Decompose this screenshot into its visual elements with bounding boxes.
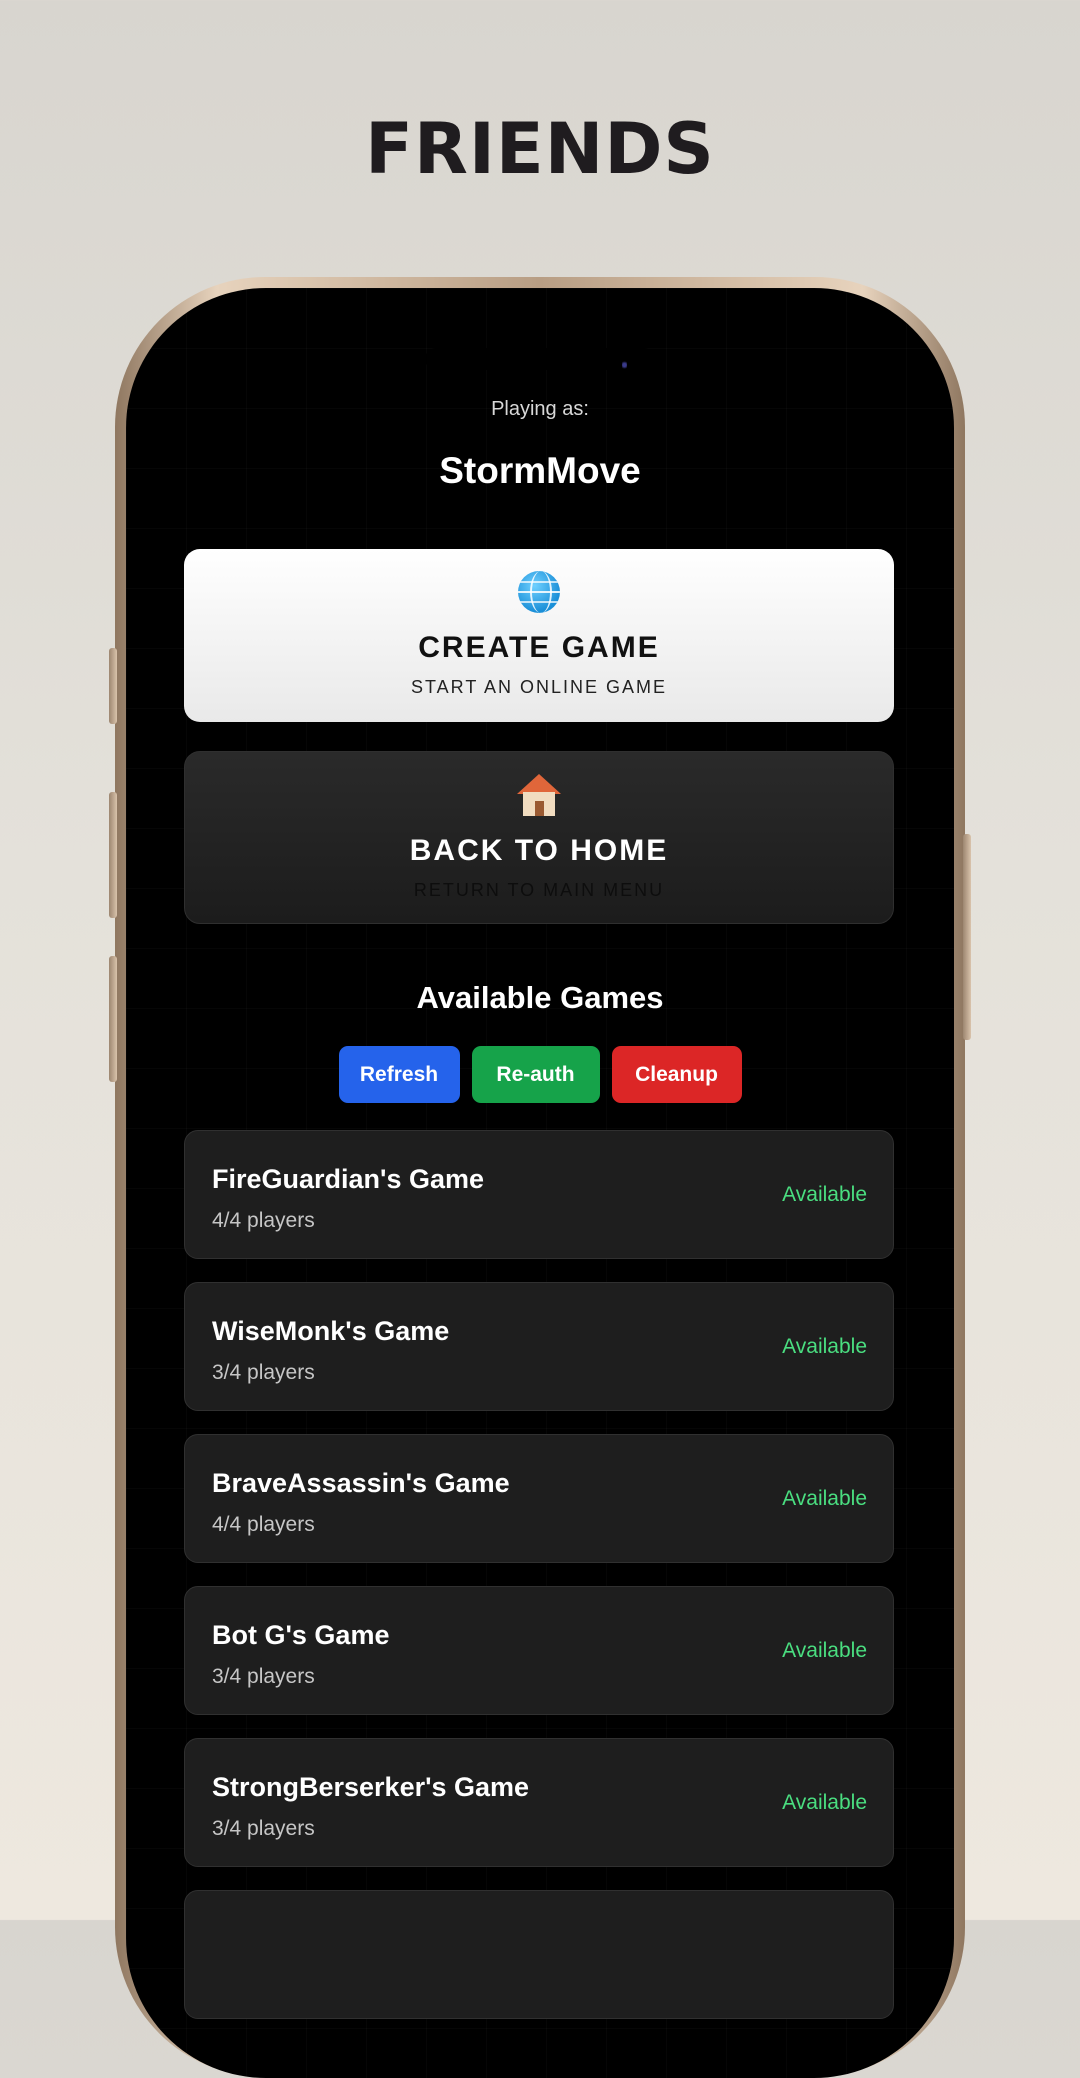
games-action-bar: Refresh Re-auth Cleanup (126, 1046, 954, 1103)
game-status: Available (782, 1791, 867, 1814)
front-camera-icon (622, 360, 627, 370)
games-list: FireGuardian's Game 4/4 players Availabl… (184, 1130, 894, 2042)
game-player-count: 4/4 players (212, 1513, 315, 1536)
game-player-count: 3/4 players (212, 1817, 315, 1840)
game-name: FireGuardian's Game (212, 1164, 485, 1194)
create-game-subtitle: START AN ONLINE GAME (410, 677, 668, 697)
game-list-item-partial[interactable] (184, 1890, 894, 2019)
game-name: WiseMonk's Game (212, 1316, 450, 1346)
house-icon (185, 774, 893, 827)
create-game-button[interactable]: CREATE GAME START AN ONLINE GAME (184, 549, 894, 722)
cleanup-button[interactable]: Cleanup (611, 1046, 742, 1103)
game-list-item[interactable]: FireGuardian's Game 4/4 players Availabl… (184, 1130, 894, 1259)
playing-as-label: Playing as: (491, 398, 589, 420)
reauth-button[interactable]: Re-auth (471, 1046, 600, 1103)
back-to-home-title: BACK TO HOME (409, 834, 669, 867)
game-status: Available (782, 1487, 867, 1510)
game-list-item[interactable]: BraveAssassin's Game 4/4 players Availab… (184, 1434, 894, 1563)
available-games-heading: Available Games (416, 980, 664, 1015)
refresh-button[interactable]: Refresh (338, 1046, 460, 1103)
phone-volume-up-button (109, 792, 117, 918)
game-status: Available (782, 1639, 867, 1662)
phone-volume-down-button (109, 956, 117, 1082)
phone-power-button (963, 834, 971, 1040)
game-list-item[interactable]: Bot G's Game 3/4 players Available (184, 1586, 894, 1715)
game-name: BraveAssassin's Game (212, 1468, 510, 1498)
player-name: StormMove (439, 450, 641, 491)
page-title: FRIENDS (365, 108, 715, 190)
game-status: Available (782, 1183, 867, 1206)
phone-silent-switch (109, 648, 117, 724)
back-to-home-subtitle: RETURN TO MAIN MENU (413, 880, 665, 900)
back-to-home-button[interactable]: BACK TO HOME RETURN TO MAIN MENU (184, 751, 894, 924)
game-player-count: 3/4 players (212, 1665, 315, 1688)
phone-screen: Playing as: StormMove CREATE GAME START … (126, 288, 954, 2078)
game-list-item[interactable]: StrongBerserker's Game 3/4 players Avail… (184, 1738, 894, 1867)
dynamic-island (425, 348, 655, 370)
game-player-count: 3/4 players (212, 1361, 315, 1384)
globe-icon (184, 571, 894, 624)
create-game-title: CREATE GAME (418, 631, 660, 664)
game-name: Bot G's Game (212, 1620, 390, 1650)
game-player-count: 4/4 players (212, 1209, 315, 1232)
game-status: Available (782, 1335, 867, 1358)
game-name: StrongBerserker's Game (212, 1772, 530, 1802)
game-list-item[interactable]: WiseMonk's Game 3/4 players Available (184, 1282, 894, 1411)
